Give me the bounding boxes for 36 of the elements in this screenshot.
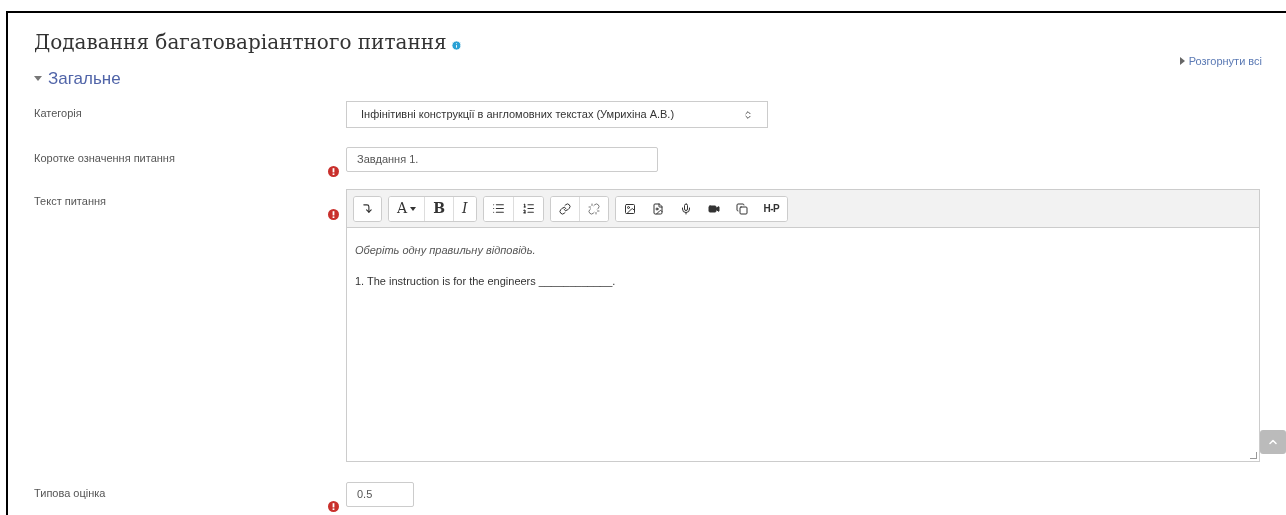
editor-paragraph: Оберіть одну правильну відповідь. xyxy=(355,243,537,258)
resize-handle-icon[interactable] xyxy=(1250,452,1257,459)
required-icon xyxy=(328,501,339,512)
bullet-list-icon xyxy=(491,202,505,215)
required-icon xyxy=(328,166,339,177)
caret-icon xyxy=(410,206,417,211)
bullet-list-button[interactable] xyxy=(483,196,514,221)
unlink-icon xyxy=(587,202,600,215)
more-tools-button[interactable] xyxy=(354,196,381,221)
input-field[interactable]: Завдання 1. xyxy=(346,146,658,172)
input-field[interactable]: 0.5 xyxy=(346,481,414,507)
page-title: Додавання багатоваріантного питання xyxy=(34,29,447,56)
help-icon[interactable] xyxy=(450,39,462,51)
expand-arrow-icon xyxy=(1179,57,1185,66)
required-icon xyxy=(328,209,339,220)
link-icon xyxy=(558,202,571,215)
field-label: Коротке означення питання xyxy=(34,151,176,166)
editor-paragraph: 1. The instruction is for the engineers ____________. xyxy=(355,273,617,289)
select-arrow-icon xyxy=(743,109,753,120)
field-label: Типова оцінка xyxy=(34,486,107,501)
file-icon xyxy=(651,202,664,215)
category-select[interactable]: Інфінітивні конструкції в англомовних текстах (Умрихіна А.В.) xyxy=(346,101,768,128)
numbered-list-icon xyxy=(521,202,535,215)
section-toggle[interactable]: Загальне xyxy=(34,65,121,91)
caret-icon xyxy=(34,75,42,81)
expand-all-link[interactable]: Розгорнути всі xyxy=(1179,53,1262,70)
copy-icon xyxy=(735,202,748,215)
editor[interactable]: A B I H-P Оберіть одну правильну відповідь. 1. The instruction is for the engineers ____________. xyxy=(346,189,1260,462)
image-icon xyxy=(623,202,636,215)
field-label: Категорія xyxy=(34,106,83,121)
font-button[interactable]: A xyxy=(389,196,426,221)
link-button[interactable] xyxy=(550,196,580,221)
arrow-down-icon xyxy=(362,203,373,214)
microphone-icon xyxy=(679,202,692,215)
field-label: Текст питання xyxy=(34,194,107,209)
video-camera-icon xyxy=(707,202,720,215)
